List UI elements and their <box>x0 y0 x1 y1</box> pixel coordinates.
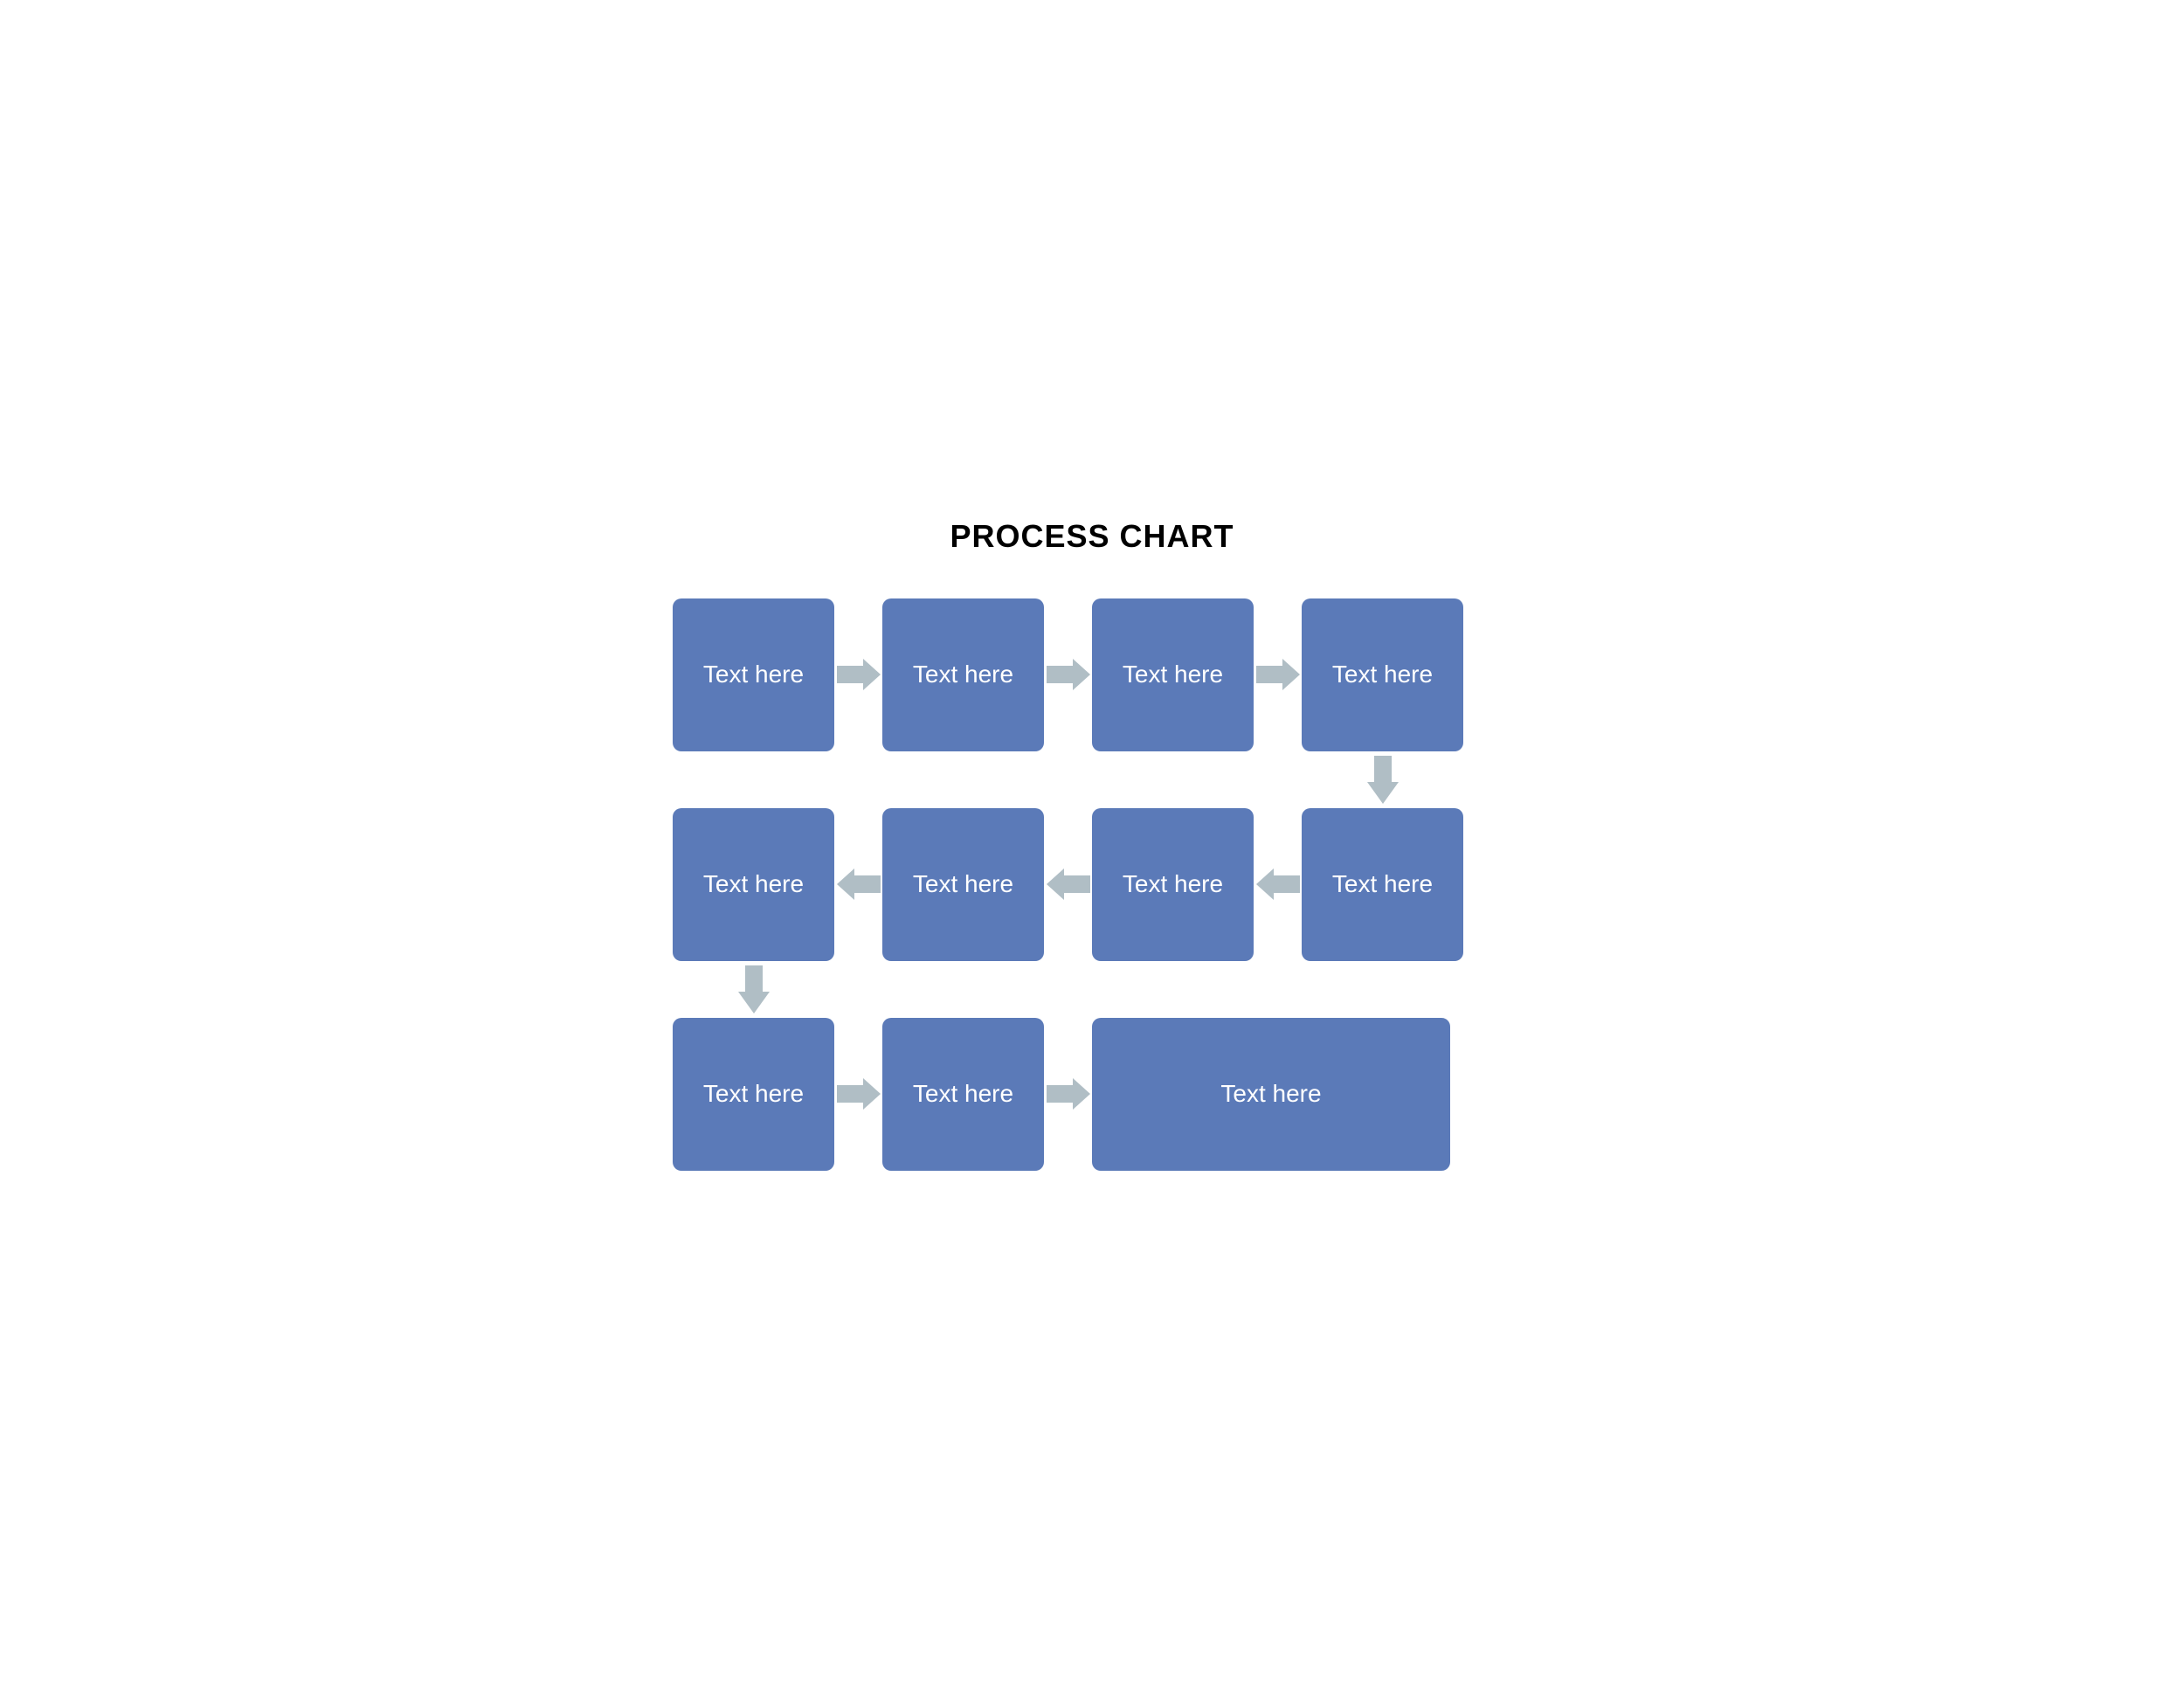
page-container: PROCESS CHART Text here Text here Text h… <box>655 518 1529 1171</box>
connector-down-2 <box>655 961 1529 1018</box>
box-8[interactable]: Text here <box>1302 808 1463 961</box>
row-3: Text here Text here Text here <box>655 1018 1529 1171</box>
box-3[interactable]: Text here <box>1092 598 1254 751</box>
box-11[interactable]: Text here <box>1092 1018 1450 1171</box>
box-10[interactable]: Text here <box>882 1018 1044 1171</box>
row-2: Text here Text here Text here Text here <box>655 808 1529 961</box>
connector-down-1 <box>655 751 1529 808</box>
row-1: Text here Text here Text here Text here <box>655 598 1529 751</box>
arrow-right-3 <box>1254 657 1302 692</box>
page-title: PROCESS CHART <box>655 518 1529 555</box>
box-1[interactable]: Text here <box>673 598 834 751</box>
arrow-right-4 <box>834 1076 882 1111</box>
chart-container: Text here Text here Text here Text here <box>655 598 1529 1171</box>
arrow-right-1 <box>834 657 882 692</box>
box-9[interactable]: Text here <box>673 1018 834 1171</box>
box-4[interactable]: Text here <box>1302 598 1463 751</box>
box-2[interactable]: Text here <box>882 598 1044 751</box>
arrow-left-2 <box>1044 867 1092 902</box>
arrow-left-1 <box>834 867 882 902</box>
box-6[interactable]: Text here <box>882 808 1044 961</box>
arrow-right-5 <box>1044 1076 1092 1111</box>
box-7[interactable]: Text here <box>1092 808 1254 961</box>
box-5[interactable]: Text here <box>673 808 834 961</box>
arrow-left-3 <box>1254 867 1302 902</box>
arrow-right-2 <box>1044 657 1092 692</box>
